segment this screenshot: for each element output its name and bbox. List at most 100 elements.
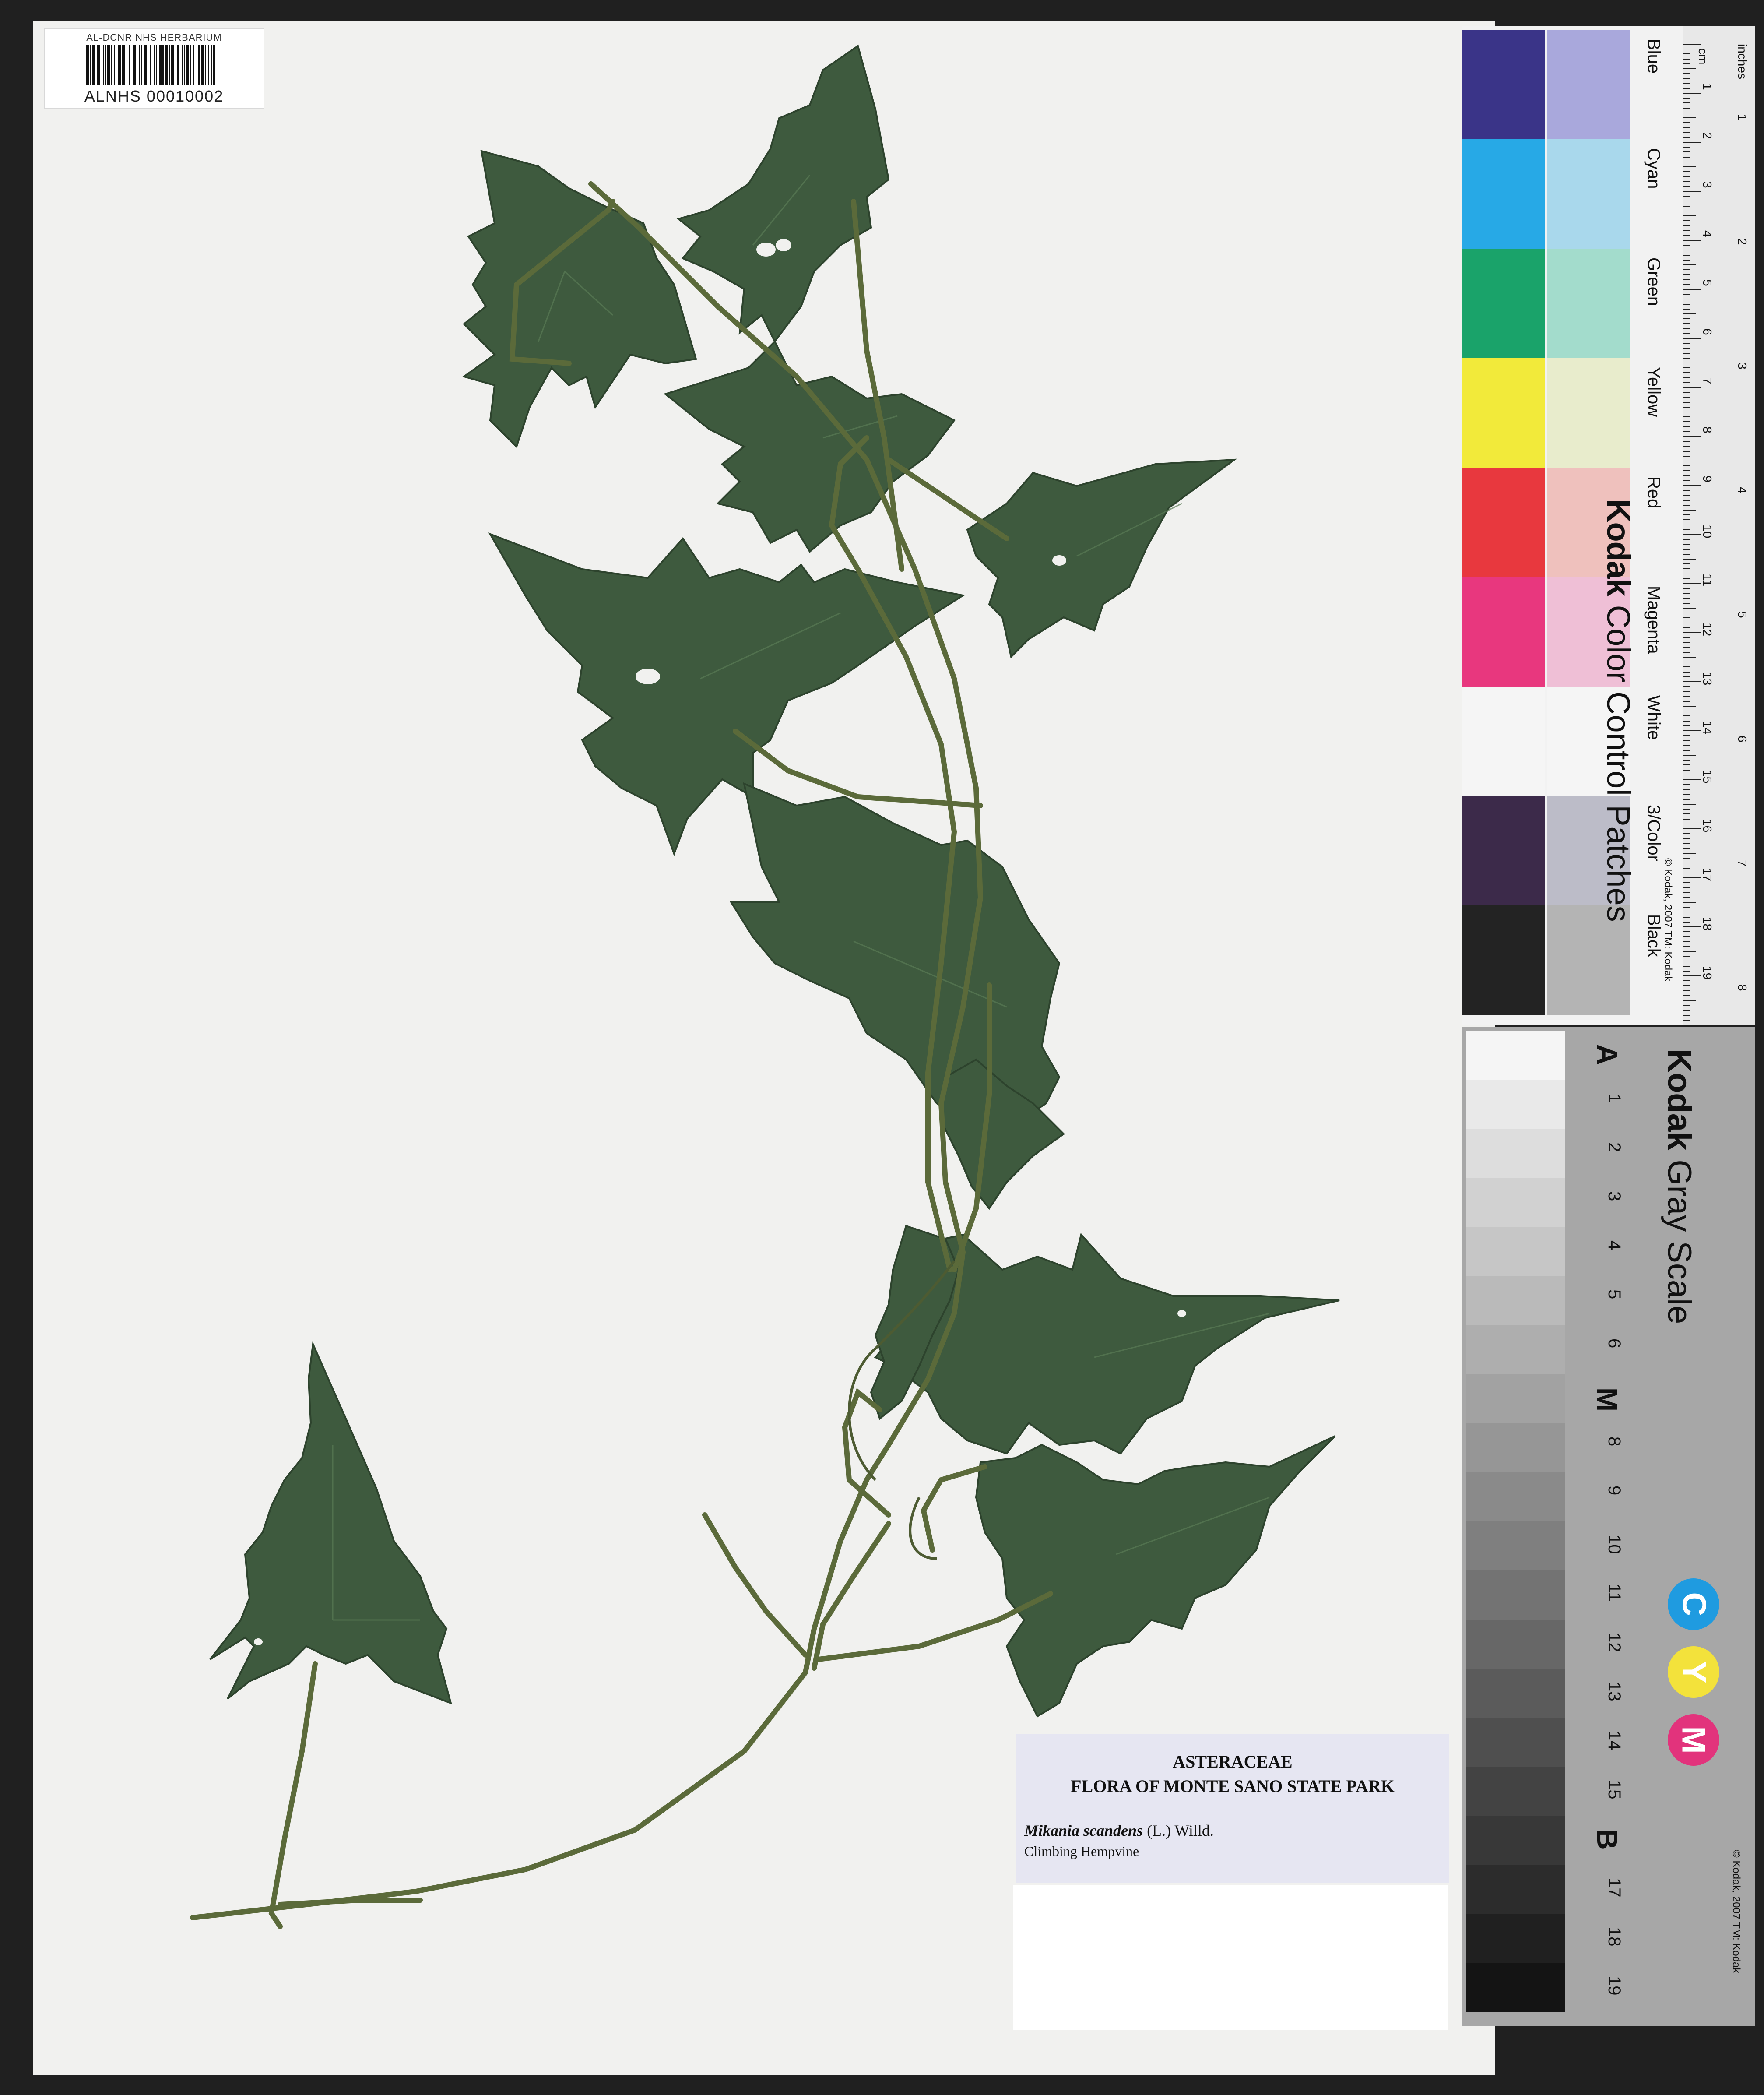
ruler-tick [1683, 877, 1701, 878]
patch-label: Cyan [1644, 148, 1663, 189]
ruler-tick [1683, 63, 1690, 64]
ruler-tick [1683, 220, 1690, 222]
ruler-tick [1683, 985, 1690, 986]
gray-step-label: 19 [1605, 1976, 1624, 1996]
ruler-tick [1683, 559, 1696, 560]
ruler-tick [1683, 853, 1696, 854]
gray-scale-card: A 1 2 3 4 5 6 M 8 9 10 11 12 13 14 15 B 17 18 19 Kodak Gray… [1462, 1027, 1755, 2026]
ruler-tick [1683, 196, 1690, 197]
ruler-tick [1683, 902, 1696, 903]
color-patch-light [1547, 249, 1630, 358]
gray-step-label: 13 [1605, 1682, 1624, 1701]
ruler-tick [1683, 921, 1690, 923]
leaf [975, 1435, 1336, 1718]
ruler-tick [1683, 813, 1690, 815]
leaf [488, 532, 966, 856]
color-patch-black [1462, 905, 1545, 1015]
gray-step-label: 1 [1605, 1093, 1624, 1103]
ruler-tick [1683, 274, 1690, 275]
ruler-tick [1683, 88, 1690, 89]
ruler-inch-number: 6 [1736, 736, 1749, 743]
ruler-tick [1683, 956, 1690, 957]
ruler-tick [1683, 651, 1690, 653]
ruler-tick [1683, 941, 1690, 942]
cym-dot-y: Y [1668, 1646, 1719, 1698]
ruler-tick [1683, 931, 1690, 933]
gray-step-label: 14 [1605, 1731, 1624, 1750]
ruler-tick [1683, 68, 1696, 69]
cym-dot-m: M [1668, 1714, 1719, 1766]
ruler-tick [1683, 657, 1696, 658]
ruler-tick [1683, 769, 1690, 771]
ruler-tick [1683, 632, 1701, 633]
cym-dot-c: C [1668, 1578, 1719, 1630]
ruler-tick [1683, 333, 1690, 334]
ruler-tick [1683, 1014, 1690, 1016]
ruler-cm-number: 9 [1701, 475, 1714, 482]
gray-step [1466, 1914, 1565, 1963]
ruler-tick [1683, 995, 1690, 996]
ruler-tick [1683, 78, 1690, 79]
ruler-tick [1683, 215, 1696, 216]
ruler-tick [1683, 804, 1696, 805]
ruler-tick [1683, 642, 1690, 643]
ruler-inch-number: 1 [1736, 114, 1749, 121]
ruler-inch-number: 8 [1736, 984, 1749, 991]
ruler-tick [1683, 735, 1690, 736]
ruler-tick [1683, 83, 1690, 84]
ruler-cm-number: 5 [1701, 279, 1714, 286]
ruler-tick [1683, 313, 1696, 314]
ruler-tick [1683, 352, 1690, 354]
gray-step [1466, 1374, 1565, 1423]
scientific-name-line: Mikania scandens (L.) Willd. [1024, 1821, 1214, 1840]
ruler-tick [1683, 715, 1690, 717]
ruler-tick [1683, 205, 1690, 207]
ruler-tick [1683, 137, 1690, 138]
ruler-tick [1683, 696, 1690, 697]
ruler-inch-number: 3 [1736, 363, 1749, 370]
ruler-tick [1683, 681, 1701, 682]
gray-step [1466, 1472, 1565, 1521]
ruler-tick [1683, 750, 1690, 751]
ruler-tick [1683, 764, 1690, 766]
ruler-tick [1683, 740, 1690, 741]
ruler-cm-number: 6 [1701, 328, 1714, 335]
ruler-cm-number: 7 [1701, 377, 1714, 384]
leaf [209, 1341, 452, 1705]
ruler-tick [1683, 225, 1690, 226]
ruler-tick [1683, 495, 1690, 496]
ruler-tick [1683, 598, 1690, 599]
ruler-tick [1683, 230, 1690, 231]
ruler-tick [1683, 436, 1701, 437]
ruler-tick [1683, 916, 1690, 918]
ruler-tick [1683, 843, 1690, 844]
color-patch-red [1462, 468, 1545, 577]
leaf [462, 150, 697, 448]
ruler-tick [1683, 166, 1696, 167]
ruler-tick [1683, 897, 1690, 898]
ruler-tick [1683, 73, 1690, 74]
ruler-tick [1683, 671, 1690, 673]
ruler-tick [1683, 784, 1690, 785]
patch-label: White [1644, 695, 1663, 740]
ruler-tick [1683, 833, 1690, 834]
color-patch-light [1547, 30, 1630, 139]
gray-step-label: 6 [1605, 1338, 1624, 1349]
ruler-tick [1683, 887, 1690, 888]
gray-step-label: 12 [1605, 1633, 1624, 1652]
ruler-tick [1683, 323, 1690, 324]
ruler-tick [1683, 720, 1690, 722]
ruler-unit-inches: inches [1736, 44, 1749, 79]
patch-label: Green [1644, 257, 1663, 306]
ruler-tick [1683, 490, 1690, 491]
gray-step [1466, 1816, 1565, 1865]
gray-card-heading: Gray Scale [1661, 1159, 1698, 1324]
ruler-cm-number: 11 [1701, 574, 1714, 587]
blank-label-area [1013, 1885, 1448, 2030]
cym-letter: C [1675, 1592, 1712, 1616]
ruler-tick [1683, 107, 1690, 109]
patch-label: Magenta [1644, 586, 1663, 654]
ruler-tick [1683, 318, 1690, 320]
gray-step [1466, 1718, 1565, 1767]
gray-step-label: 5 [1605, 1289, 1624, 1299]
